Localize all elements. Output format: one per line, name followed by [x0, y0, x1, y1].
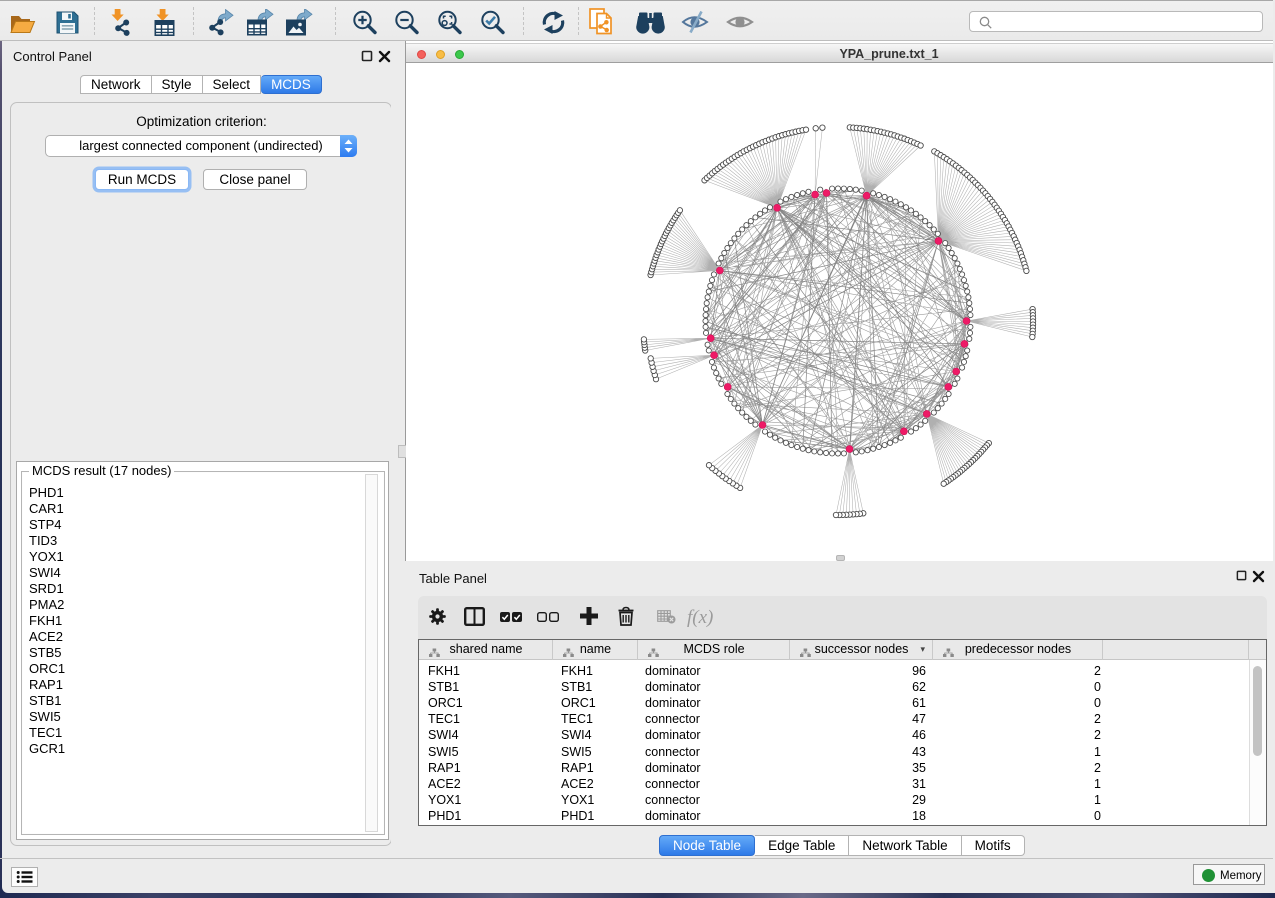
- svg-text:f(x): f(x): [687, 607, 713, 628]
